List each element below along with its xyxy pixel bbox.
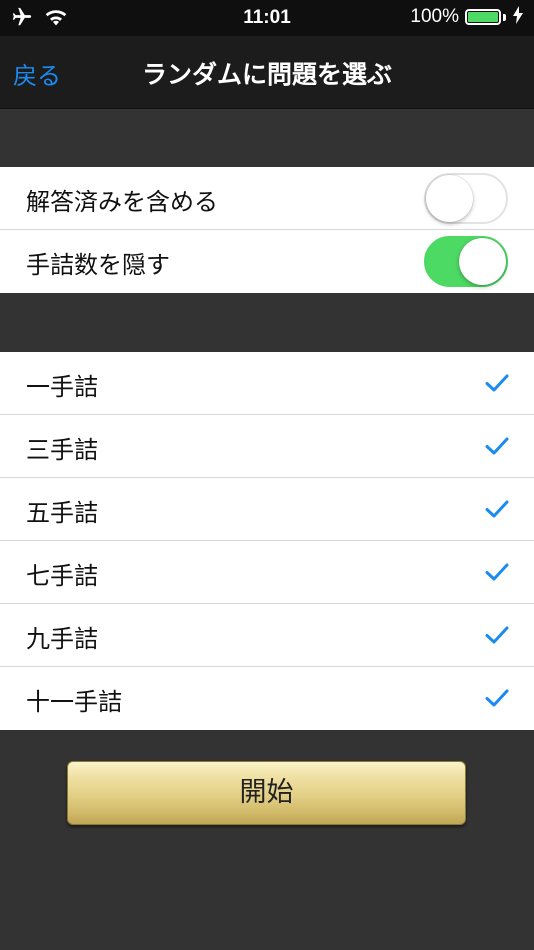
navigation-bar: 戻る ランダムに問題を選ぶ bbox=[0, 36, 534, 109]
include-answered-toggle[interactable] bbox=[424, 173, 508, 224]
battery-fill bbox=[468, 12, 498, 22]
move-count-row-1[interactable]: 一手詰 bbox=[0, 352, 534, 415]
page-title: ランダムに問題を選ぶ bbox=[141, 60, 392, 89]
checkmark-icon bbox=[485, 626, 509, 644]
status-bar: 11:01 100% bbox=[0, 0, 534, 36]
charging-bolt-icon bbox=[512, 6, 524, 28]
option-label: 解答済みを含める bbox=[26, 188, 218, 216]
move-count-row-11[interactable]: 十一手詰 bbox=[0, 667, 534, 730]
battery-percent: 100% bbox=[410, 6, 459, 27]
checkmark-icon bbox=[485, 689, 509, 707]
toggle-knob bbox=[426, 175, 473, 222]
checkmark-icon bbox=[485, 437, 509, 455]
move-count-section: 一手詰 三手詰 五手詰 七手詰 九手詰 十一手詰 bbox=[0, 352, 534, 730]
move-count-label: 七手詰 bbox=[26, 562, 98, 590]
move-count-label: 三手詰 bbox=[26, 436, 98, 464]
move-count-label: 一手詰 bbox=[26, 373, 98, 401]
move-count-row-3[interactable]: 三手詰 bbox=[0, 415, 534, 478]
options-section: 解答済みを含める 手詰数を隠す bbox=[0, 167, 534, 293]
checkmark-icon bbox=[485, 374, 509, 392]
battery-tip bbox=[503, 13, 506, 21]
option-row-hide-move-count[interactable]: 手詰数を隠す bbox=[0, 230, 534, 293]
hide-move-count-toggle[interactable] bbox=[424, 236, 508, 287]
move-count-row-9[interactable]: 九手詰 bbox=[0, 604, 534, 667]
checkmark-icon bbox=[485, 500, 509, 518]
toggle-knob bbox=[459, 238, 506, 285]
move-count-row-7[interactable]: 七手詰 bbox=[0, 541, 534, 604]
option-label: 手詰数を隠す bbox=[26, 251, 170, 279]
start-button[interactable]: 開始 bbox=[67, 761, 466, 825]
battery-icon bbox=[465, 9, 501, 25]
move-count-row-5[interactable]: 五手詰 bbox=[0, 478, 534, 541]
move-count-label: 九手詰 bbox=[26, 625, 98, 653]
status-right-group: 100% bbox=[410, 6, 524, 28]
option-row-include-answered[interactable]: 解答済みを含める bbox=[0, 167, 534, 230]
checkmark-icon bbox=[485, 563, 509, 581]
app-screen: 11:01 100% 戻る ランダムに問題を選ぶ 解答済みを含める 手詰数を隠す… bbox=[0, 0, 534, 950]
move-count-label: 十一手詰 bbox=[26, 688, 122, 716]
move-count-label: 五手詰 bbox=[26, 499, 98, 527]
